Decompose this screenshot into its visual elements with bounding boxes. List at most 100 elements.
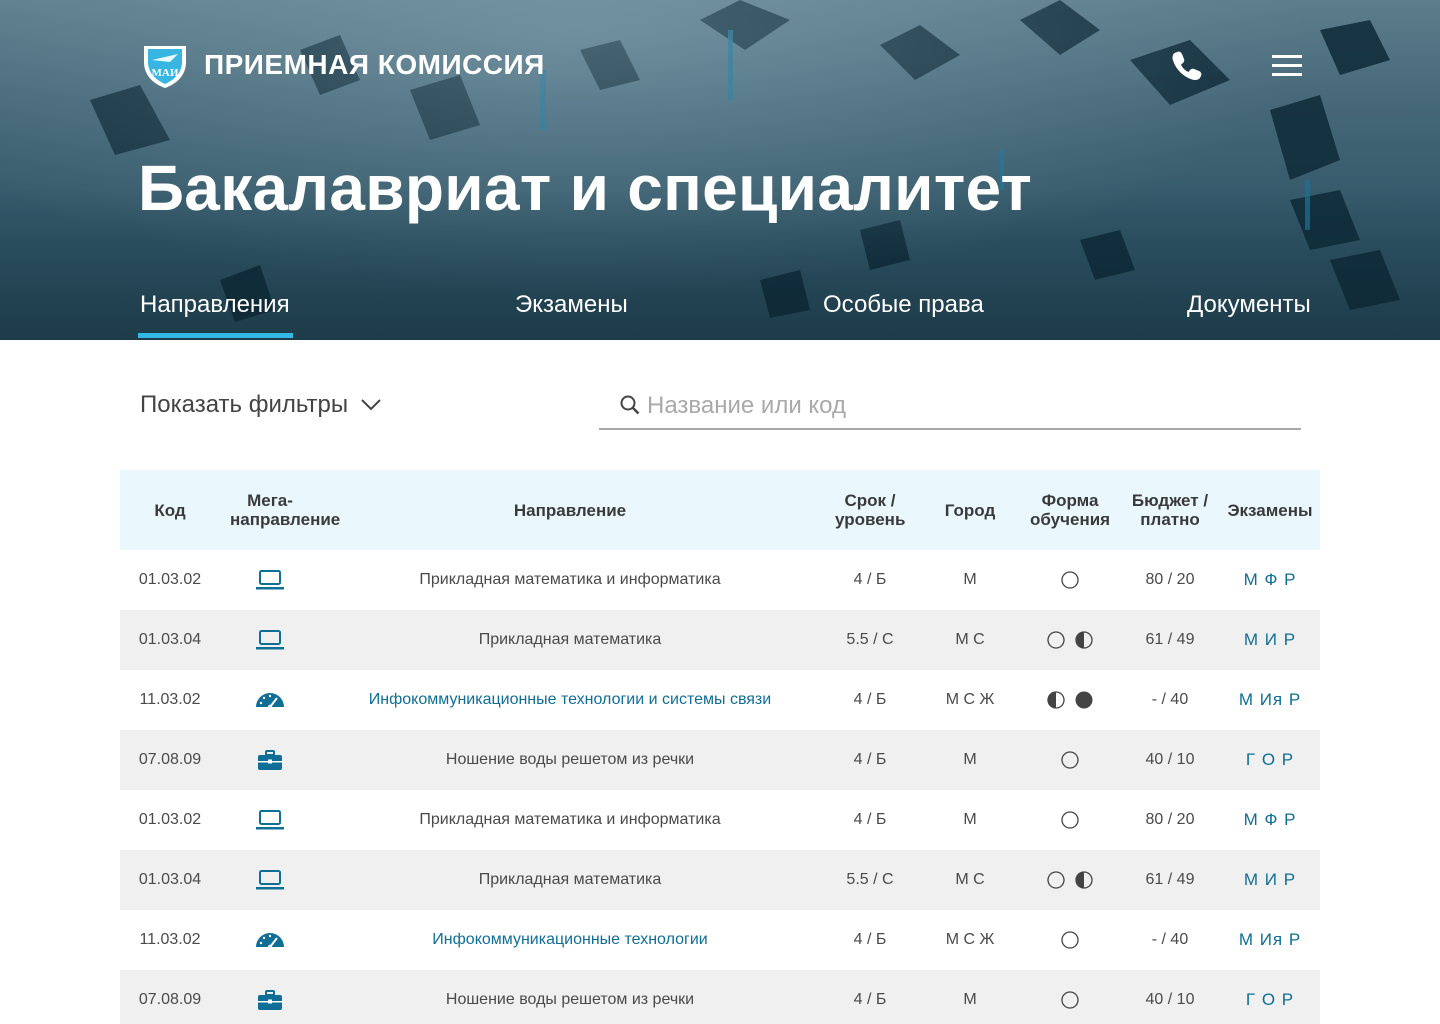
cell-city: М С bbox=[955, 631, 985, 648]
cell-term: 4 / Б bbox=[853, 811, 887, 828]
cell-code: 07.08.09 bbox=[138, 751, 202, 768]
exams-link[interactable]: Г О Р bbox=[1246, 750, 1294, 770]
full-time-icon bbox=[1046, 870, 1066, 890]
exams-link[interactable]: М И Р bbox=[1244, 870, 1296, 890]
brand-title[interactable]: ПРИЕМНАЯ КОМИССИЯ bbox=[204, 48, 545, 82]
laptop-icon[interactable] bbox=[255, 629, 285, 651]
cell-mega bbox=[220, 790, 320, 850]
hero-banner: МАИ ПРИЕМНАЯ КОМИССИЯ Бакалавриат и спец… bbox=[0, 0, 1440, 340]
table-row[interactable]: 01.03.04 Прикладная математика 5.5 / С М С 6… bbox=[120, 610, 1320, 670]
tab-exams[interactable]: Экзамены bbox=[515, 288, 628, 322]
exams-link[interactable]: М Ия Р bbox=[1239, 930, 1301, 950]
column-header-budget[interactable]: Бюджет / платно bbox=[1120, 470, 1220, 550]
column-header-code[interactable]: Код bbox=[120, 470, 220, 550]
full-time-icon bbox=[1060, 990, 1080, 1010]
column-header-term[interactable]: Срок / уровень bbox=[820, 470, 920, 550]
search-icon bbox=[620, 395, 640, 415]
cell-code: 01.03.04 bbox=[138, 871, 202, 888]
cell-city: М bbox=[963, 571, 977, 588]
cell-term: 4 / Б bbox=[853, 931, 887, 948]
table-row[interactable]: 11.03.02 Инфокоммуникационные технологии … bbox=[120, 670, 1320, 730]
cell-budget: 80 / 20 bbox=[1145, 571, 1195, 588]
cell-term: 4 / Б bbox=[853, 571, 887, 588]
part-time-icon bbox=[1046, 690, 1066, 710]
cell-exams: М И Р bbox=[1220, 610, 1320, 670]
mai-logo[interactable]: МАИ bbox=[140, 40, 190, 90]
cell-form bbox=[1020, 610, 1120, 670]
hamburger-menu-icon[interactable] bbox=[1270, 50, 1304, 80]
cell-budget: 61 / 49 bbox=[1145, 631, 1195, 648]
laptop-icon[interactable] bbox=[255, 809, 285, 831]
exams-link[interactable]: М И Р bbox=[1244, 630, 1296, 650]
cell-mega bbox=[220, 910, 320, 970]
briefcase-icon[interactable] bbox=[257, 749, 283, 771]
column-header-direction[interactable]: Направление bbox=[320, 470, 820, 550]
direction-name: Прикладная математика bbox=[478, 871, 662, 888]
search-input[interactable] bbox=[647, 388, 1287, 424]
table-row[interactable]: 01.03.02 Прикладная математика и информат… bbox=[120, 790, 1320, 850]
full-time-icon bbox=[1060, 810, 1080, 830]
column-header-mega-label: Мега-направление bbox=[230, 491, 341, 529]
gauge-icon[interactable] bbox=[254, 929, 286, 951]
table-header-row: Код Мега-направление Направление Срок / … bbox=[120, 470, 1320, 550]
show-filters-button[interactable]: Показать фильтры bbox=[140, 388, 382, 422]
tab-special-rights[interactable]: Особые права bbox=[823, 288, 984, 322]
gauge-icon[interactable] bbox=[254, 689, 286, 711]
cell-code: 07.08.09 bbox=[138, 991, 202, 1008]
cell-mega bbox=[220, 850, 320, 910]
cell-direction: Ношение воды решетом из речки bbox=[320, 970, 820, 1024]
exams-link[interactable]: Г О Р bbox=[1246, 990, 1294, 1010]
cell-budget: - / 40 bbox=[1151, 931, 1189, 948]
cell-form bbox=[1020, 790, 1120, 850]
direction-link[interactable]: Инфокоммуникационные технологии bbox=[432, 931, 707, 949]
phone-icon[interactable] bbox=[1170, 48, 1204, 82]
full-time-icon bbox=[1060, 930, 1080, 950]
show-filters-label: Показать фильтры bbox=[140, 391, 349, 418]
exams-link[interactable]: М Ф Р bbox=[1244, 810, 1297, 830]
form-icons bbox=[1060, 810, 1080, 830]
cell-city: М С Ж bbox=[945, 931, 995, 948]
form-icons bbox=[1046, 630, 1094, 650]
briefcase-icon[interactable] bbox=[257, 989, 283, 1011]
cell-budget: 61 / 49 bbox=[1145, 871, 1195, 888]
cell-direction: Прикладная математика bbox=[320, 850, 820, 910]
laptop-icon[interactable] bbox=[255, 869, 285, 891]
form-icons bbox=[1060, 990, 1080, 1010]
column-header-exams[interactable]: Экзамены bbox=[1220, 470, 1320, 550]
laptop-icon[interactable] bbox=[255, 569, 285, 591]
cell-direction: Прикладная математика и информатика bbox=[320, 550, 820, 610]
cell-exams: М Ия Р bbox=[1220, 670, 1320, 730]
cell-exams: Г О Р bbox=[1220, 970, 1320, 1024]
cell-city: М bbox=[963, 811, 977, 828]
tab-documents[interactable]: Документы bbox=[1187, 288, 1311, 322]
cell-mega bbox=[220, 670, 320, 730]
table-row[interactable]: 01.03.04 Прикладная математика 5.5 / С М С 6… bbox=[120, 850, 1320, 910]
form-icons bbox=[1060, 930, 1080, 950]
cell-city: М С bbox=[955, 871, 985, 888]
form-icons bbox=[1046, 690, 1094, 710]
directions-table: Код Мега-направление Направление Срок / … bbox=[120, 470, 1320, 1024]
table-row[interactable]: 07.08.09 Ношение воды решетом из речки 4 /… bbox=[120, 730, 1320, 790]
column-header-mega[interactable]: Мега-направление bbox=[220, 470, 341, 550]
page-title: Бакалавриат и специалитет bbox=[138, 152, 1033, 224]
cell-term: 4 / Б bbox=[853, 991, 887, 1008]
table-row[interactable]: 11.03.02 Инфокоммуникационные технологии 4… bbox=[120, 910, 1320, 970]
direction-link[interactable]: Инфокоммуникационные технологии и систем… bbox=[369, 691, 771, 709]
search-box bbox=[599, 384, 1301, 430]
table-row[interactable]: 01.03.02 Прикладная математика и информат… bbox=[120, 550, 1320, 610]
cell-budget: 80 / 20 bbox=[1145, 811, 1195, 828]
column-header-city[interactable]: Город bbox=[920, 470, 1020, 550]
column-header-form[interactable]: Форма обучения bbox=[1020, 470, 1120, 550]
logo-text: МАИ bbox=[152, 67, 179, 79]
table-row[interactable]: 07.08.09 Ношение воды решетом из речки 4 /… bbox=[120, 970, 1320, 1024]
column-header-term-label: Срок / уровень bbox=[835, 491, 906, 529]
cell-code: 01.03.02 bbox=[138, 571, 202, 588]
cell-mega bbox=[220, 550, 320, 610]
cell-direction: Ношение воды решетом из речки bbox=[320, 730, 820, 790]
exams-link[interactable]: М Ия Р bbox=[1239, 690, 1301, 710]
cell-term: 4 / Б bbox=[853, 751, 887, 768]
cell-term: 5.5 / С bbox=[846, 871, 894, 888]
tab-directions[interactable]: Направления bbox=[140, 288, 290, 322]
cell-budget: - / 40 bbox=[1151, 691, 1189, 708]
exams-link[interactable]: М Ф Р bbox=[1244, 570, 1297, 590]
